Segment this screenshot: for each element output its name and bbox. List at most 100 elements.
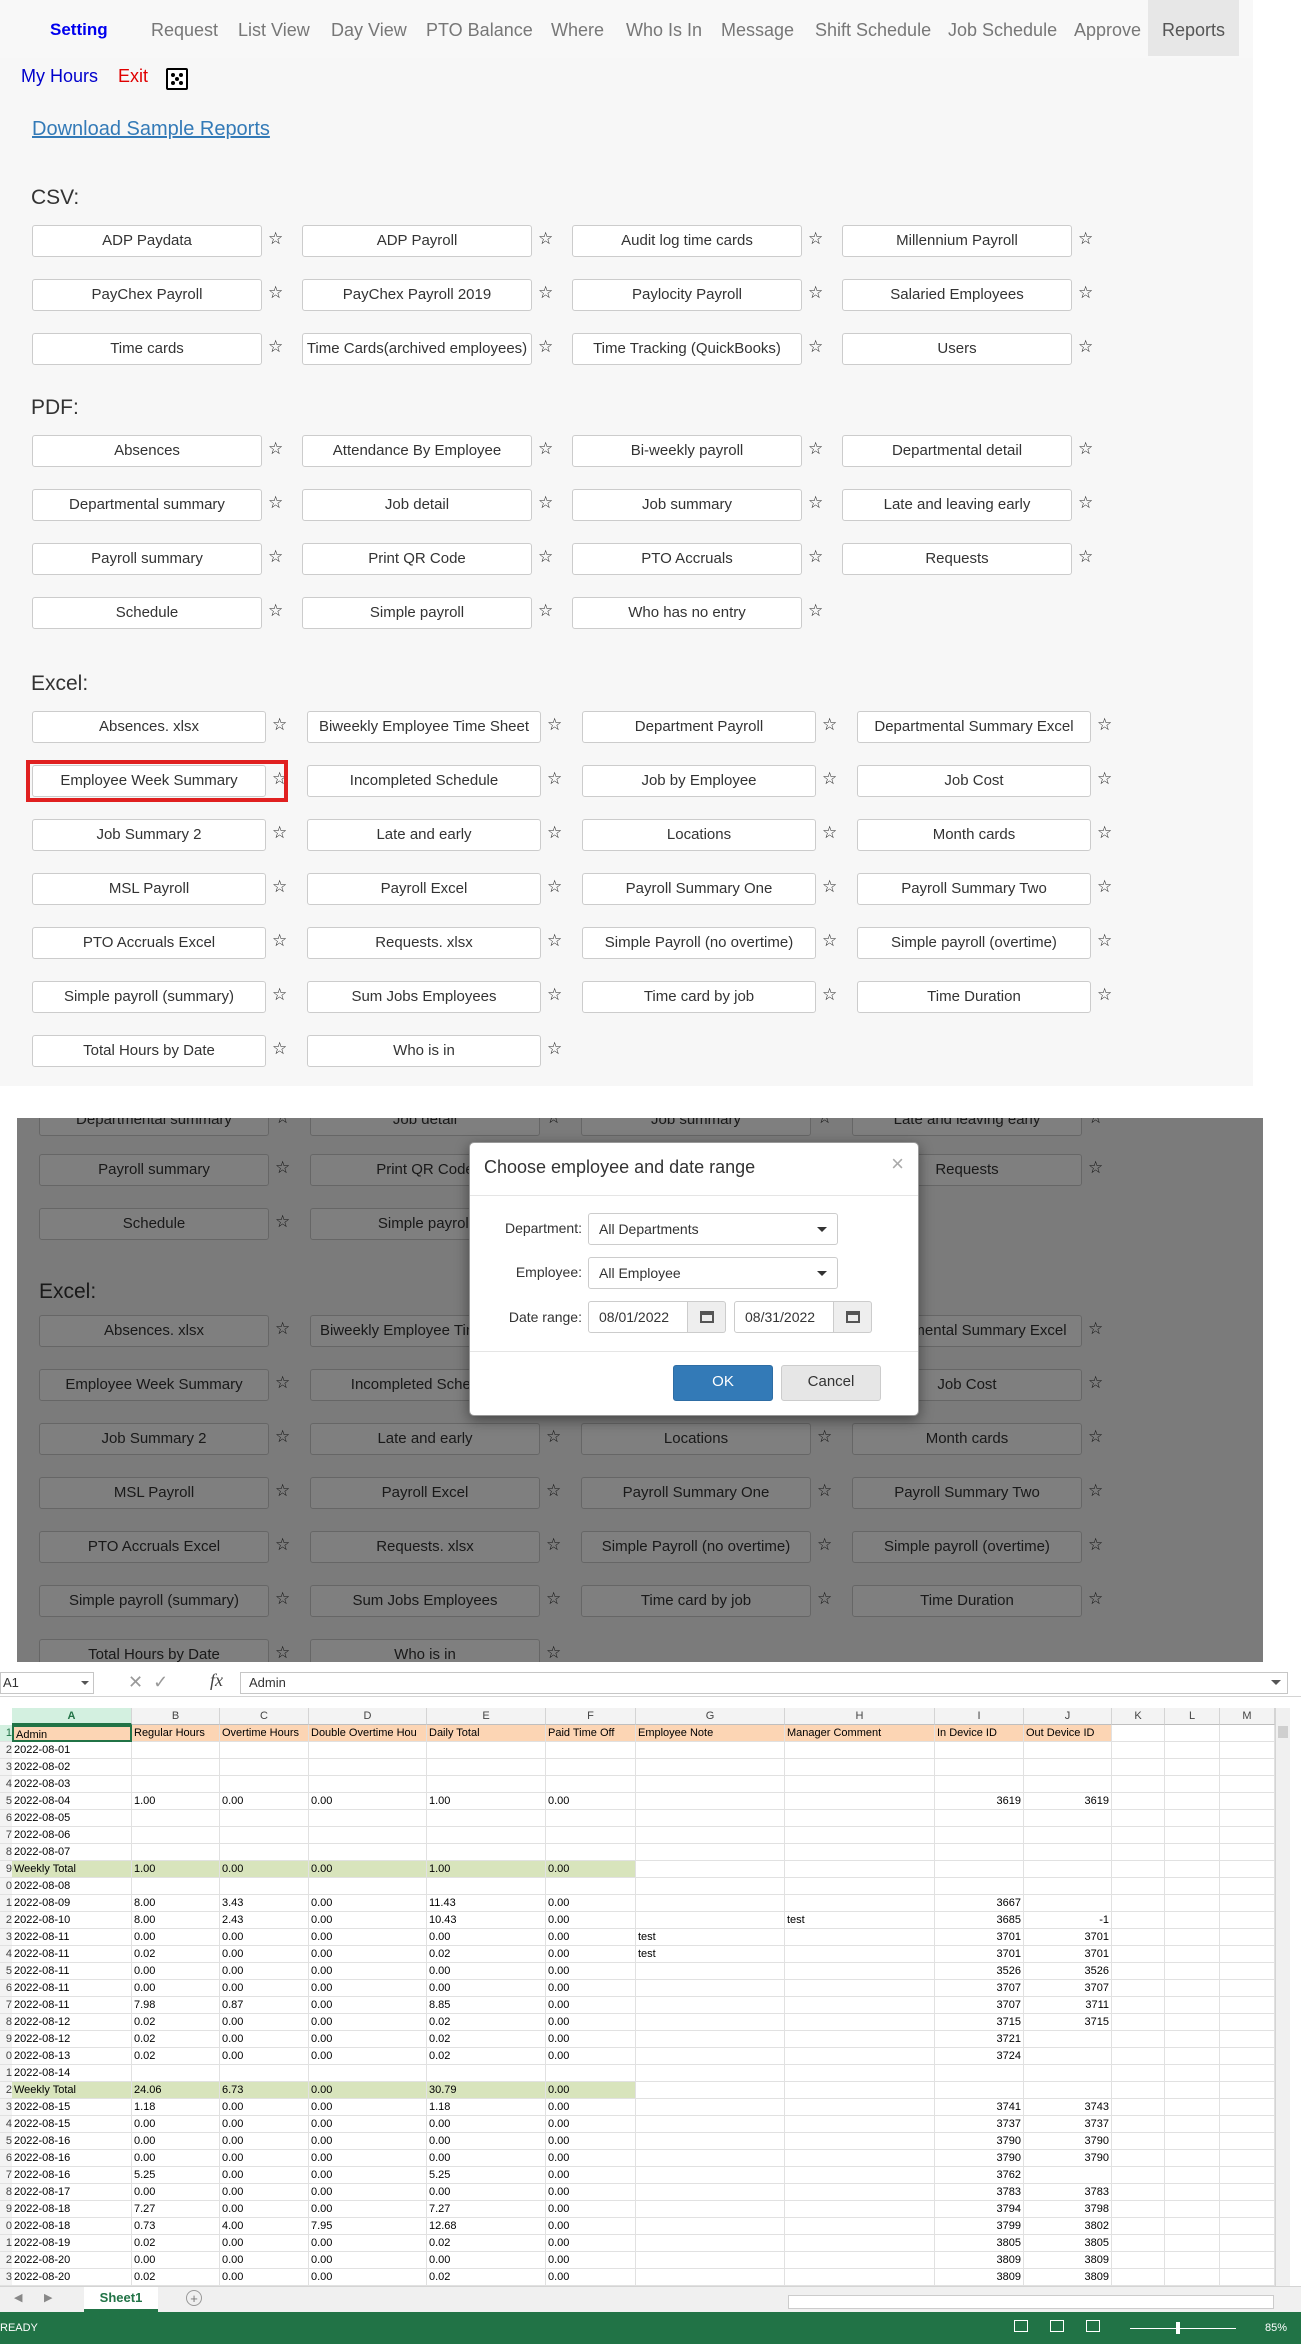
table-cell[interactable]: 0.00 (427, 2133, 546, 2150)
table-cell[interactable] (785, 2269, 935, 2286)
table-cell[interactable] (1112, 1946, 1165, 1963)
ok-button[interactable]: OK (673, 1365, 773, 1401)
table-cell[interactable]: 3701 (935, 1929, 1024, 1946)
table-cell[interactable] (1220, 1759, 1275, 1776)
table-cell[interactable] (636, 2235, 785, 2252)
table-cell[interactable]: 0.00 (309, 2116, 427, 2133)
table-cell[interactable]: 0.00 (309, 1929, 427, 1946)
table-cell[interactable]: 3790 (1024, 2150, 1112, 2167)
favorite-star-icon[interactable]: ☆ (1097, 985, 1112, 1005)
favorite-star-icon[interactable]: ☆ (1097, 715, 1112, 735)
table-cell[interactable] (132, 1827, 220, 1844)
favorite-star-icon[interactable]: ☆ (808, 601, 823, 621)
favorite-star-icon[interactable]: ☆ (822, 985, 837, 1005)
table-cell[interactable] (1112, 2150, 1165, 2167)
table-cell[interactable] (1112, 2099, 1165, 2116)
table-cell[interactable]: 2022-08-05 (12, 1810, 132, 1827)
formula-input[interactable]: Admin (240, 1672, 1288, 1694)
table-cell[interactable]: 2022-08-11 (12, 1997, 132, 2014)
table-cell[interactable] (1165, 1980, 1220, 1997)
report-button-millennium-payroll[interactable]: Millennium Payroll (842, 225, 1072, 257)
row-header[interactable]: 7 (0, 1997, 12, 2014)
row-header[interactable]: 3 (0, 2099, 12, 2116)
nav-reports[interactable]: Reports (1148, 0, 1240, 56)
table-cell[interactable] (636, 1776, 785, 1793)
table-cell[interactable] (1024, 1776, 1112, 1793)
table-cell[interactable]: 2022-08-13 (12, 2048, 132, 2065)
header-cell[interactable]: Double Overtime Hou (309, 1725, 427, 1742)
header-cell[interactable] (1165, 1725, 1220, 1742)
table-cell[interactable] (785, 2082, 935, 2099)
header-cell[interactable] (1220, 1725, 1275, 1742)
table-cell[interactable]: 3809 (935, 2269, 1024, 2286)
table-cell[interactable] (1165, 2133, 1220, 2150)
report-button-simple-payroll-overtime[interactable]: Simple payroll (overtime) (857, 927, 1091, 959)
table-cell[interactable]: 0.00 (546, 2116, 636, 2133)
table-cell[interactable] (785, 2201, 935, 2218)
header-cell[interactable]: Daily Total (427, 1725, 546, 1742)
table-cell[interactable] (785, 1793, 935, 1810)
table-cell[interactable]: 0.00 (309, 1861, 427, 1878)
table-cell[interactable] (1165, 1861, 1220, 1878)
table-cell[interactable] (132, 1759, 220, 1776)
report-button-simple-payroll-no-overtime[interactable]: Simple Payroll (no overtime) (582, 927, 816, 959)
table-cell[interactable]: 0.00 (132, 2252, 220, 2269)
favorite-star-icon[interactable]: ☆ (268, 493, 283, 513)
table-cell[interactable]: 3805 (935, 2235, 1024, 2252)
table-cell[interactable] (785, 1963, 935, 1980)
row-header[interactable]: 4 (0, 2116, 12, 2133)
table-cell[interactable] (785, 2184, 935, 2201)
table-cell[interactable]: 0.00 (309, 2099, 427, 2116)
table-cell[interactable]: 8.00 (132, 1895, 220, 1912)
header-cell[interactable]: Out Device ID (1024, 1725, 1112, 1742)
table-cell[interactable] (1165, 2065, 1220, 2082)
row-header[interactable]: 2 (0, 2082, 12, 2099)
table-cell[interactable]: 0.00 (220, 2201, 309, 2218)
table-cell[interactable]: 5.25 (132, 2167, 220, 2184)
table-cell[interactable]: 0.00 (309, 2235, 427, 2252)
table-cell[interactable] (935, 1759, 1024, 1776)
table-cell[interactable]: 0.00 (220, 2184, 309, 2201)
favorite-star-icon[interactable]: ☆ (547, 715, 562, 735)
table-cell[interactable]: 2022-08-17 (12, 2184, 132, 2201)
exit-link[interactable]: Exit (118, 66, 148, 87)
table-cell[interactable]: 2022-08-08 (12, 1878, 132, 1895)
table-cell[interactable] (1220, 2150, 1275, 2167)
table-cell[interactable] (1112, 2218, 1165, 2235)
favorite-star-icon[interactable]: ☆ (538, 601, 553, 621)
table-cell[interactable]: 3707 (1024, 1980, 1112, 1997)
table-cell[interactable]: 2022-08-20 (12, 2269, 132, 2286)
report-button-time-card-by-job[interactable]: Time card by job (582, 981, 816, 1013)
row-header[interactable]: 3 (0, 1759, 12, 1776)
row-header[interactable]: 2 (0, 1912, 12, 1929)
table-cell[interactable] (132, 2065, 220, 2082)
table-cell[interactable] (1220, 1997, 1275, 2014)
table-cell[interactable]: 0.02 (132, 2269, 220, 2286)
table-cell[interactable] (1112, 2133, 1165, 2150)
nav-approve[interactable]: Approve (1074, 0, 1141, 56)
header-cell[interactable]: Admin (12, 1725, 132, 1742)
favorite-star-icon[interactable]: ☆ (808, 547, 823, 567)
favorite-star-icon[interactable]: ☆ (272, 985, 287, 1005)
report-button-absences[interactable]: Absences (32, 435, 262, 467)
favorite-star-icon[interactable]: ☆ (268, 283, 283, 303)
table-cell[interactable] (132, 1776, 220, 1793)
table-cell[interactable] (1024, 1878, 1112, 1895)
table-cell[interactable]: 0.00 (132, 1929, 220, 1946)
report-button-adp-payroll[interactable]: ADP Payroll (302, 225, 532, 257)
report-button-simple-payroll[interactable]: Simple payroll (302, 597, 532, 629)
favorite-star-icon[interactable]: ☆ (272, 877, 287, 897)
nav-day-view[interactable]: Day View (331, 0, 407, 56)
table-cell[interactable]: 3701 (1024, 1946, 1112, 1963)
table-cell[interactable]: 0.00 (546, 2201, 636, 2218)
table-cell[interactable] (309, 1810, 427, 1827)
start-date-calendar-button[interactable] (688, 1301, 726, 1333)
table-cell[interactable]: 2022-08-10 (12, 1912, 132, 1929)
column-header-m[interactable]: M (1220, 1708, 1275, 1725)
table-cell[interactable]: 0.00 (546, 1980, 636, 1997)
table-cell[interactable] (546, 1878, 636, 1895)
table-cell[interactable]: 0.00 (220, 2133, 309, 2150)
favorite-star-icon[interactable]: ☆ (538, 283, 553, 303)
table-cell[interactable]: 0.00 (546, 1929, 636, 1946)
nav-setting[interactable]: Setting (50, 0, 108, 56)
